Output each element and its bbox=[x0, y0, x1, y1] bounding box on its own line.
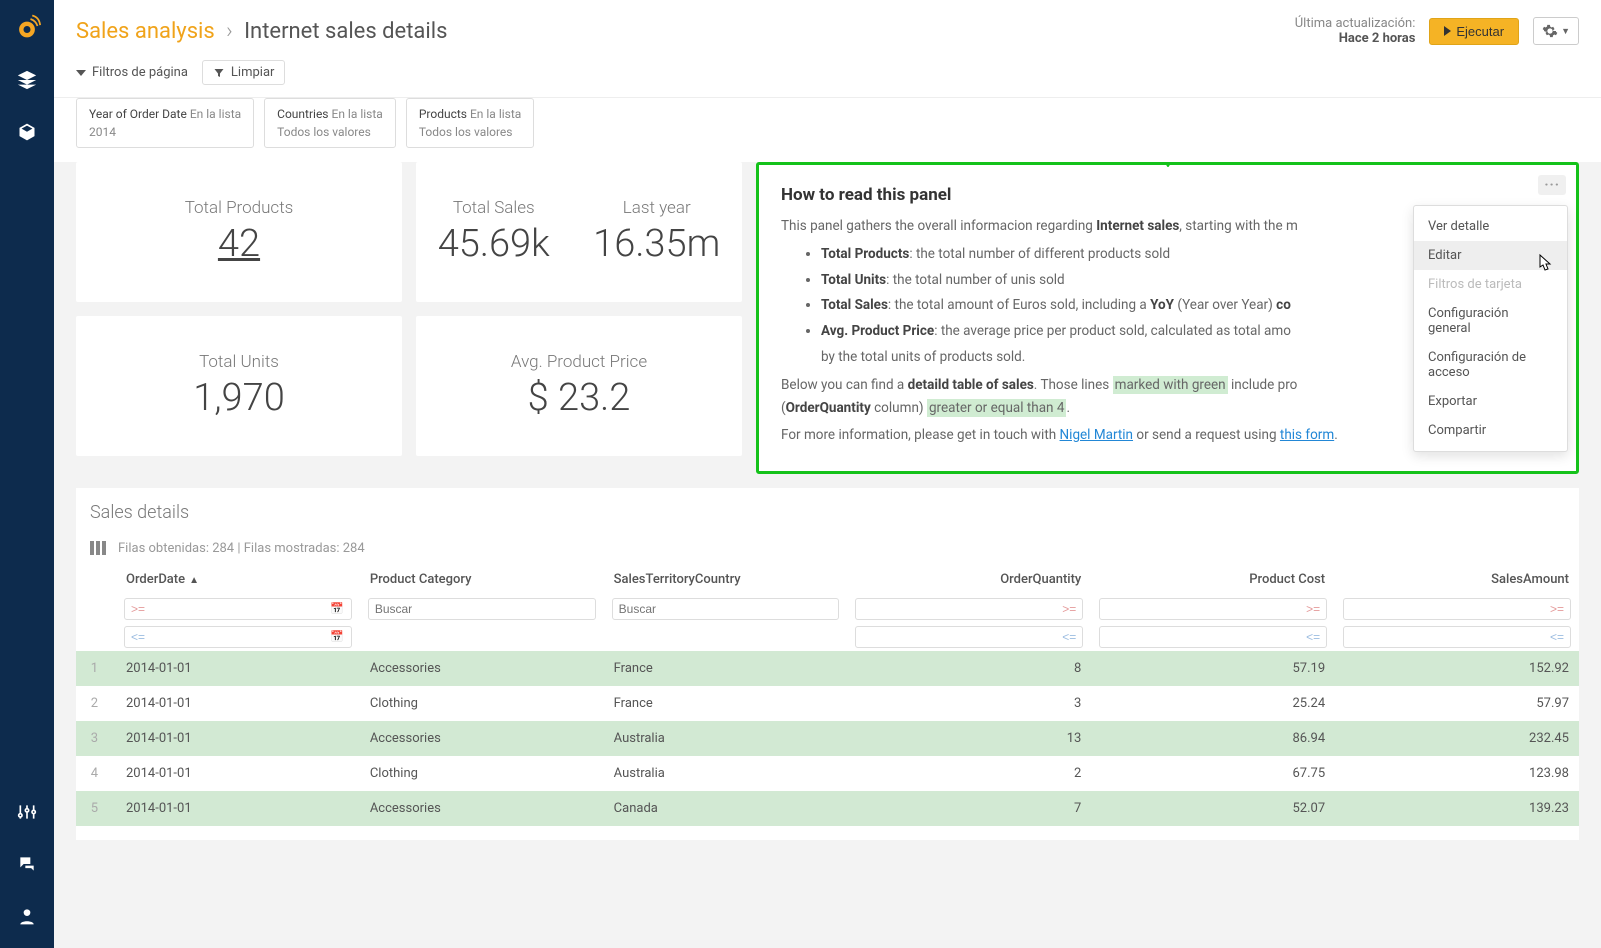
kpi-sales: Total Sales45.69k Last year16.35m bbox=[416, 162, 742, 302]
clear-filters-button[interactable]: Limpiar bbox=[202, 60, 286, 85]
col-orderdate[interactable]: OrderDate▲ bbox=[116, 564, 360, 595]
table-row[interactable]: 12014-01-01AccessoriesFrance857.19152.92 bbox=[76, 651, 1579, 686]
table-row[interactable]: 42014-01-01ClothingAustralia267.75123.98 bbox=[76, 756, 1579, 791]
app-logo bbox=[13, 12, 41, 40]
panel-menu-button[interactable]: ··· bbox=[1538, 175, 1566, 195]
col-category[interactable]: Product Category bbox=[360, 564, 604, 595]
menu-view-detail[interactable]: Ver detalle bbox=[1414, 212, 1567, 241]
kpi-total-products: Total Products42 bbox=[76, 162, 402, 302]
col-country[interactable]: SalesTerritoryCountry bbox=[604, 564, 848, 595]
filter-amt-lte[interactable] bbox=[1343, 626, 1571, 648]
chevron-down-icon bbox=[76, 70, 86, 76]
menu-access-config[interactable]: Configuración de acceso bbox=[1414, 343, 1567, 387]
breadcrumb-level1[interactable]: Sales analysis bbox=[76, 19, 215, 44]
run-button[interactable]: Ejecutar bbox=[1429, 18, 1519, 45]
breadcrumb-level2: Internet sales details bbox=[244, 19, 447, 44]
filter-qty-gte[interactable] bbox=[855, 598, 1083, 620]
menu-share[interactable]: Compartir bbox=[1414, 416, 1567, 445]
breadcrumb: Sales analysis › Internet sales details bbox=[76, 19, 447, 44]
table-section: Sales details Filas obtenidas: 284 | Fil… bbox=[76, 488, 1579, 840]
info-panel: ··· How to read this panel This panel ga… bbox=[756, 162, 1579, 474]
form-link[interactable]: this form bbox=[1280, 427, 1334, 443]
annotation-arrow-icon bbox=[1156, 162, 1180, 171]
cube-icon[interactable] bbox=[15, 120, 39, 144]
filter-date-from[interactable] bbox=[124, 598, 352, 620]
sidebar bbox=[0, 0, 54, 948]
layers-icon[interactable] bbox=[15, 68, 39, 92]
table-meta-text: Filas obtenidas: 284 | Filas mostradas: … bbox=[118, 541, 365, 556]
filter-qty-lte[interactable] bbox=[855, 626, 1083, 648]
info-title: How to read this panel bbox=[781, 185, 1554, 205]
kpi-total-units: Total Units1,970 bbox=[76, 316, 402, 456]
filter-date-to[interactable] bbox=[124, 626, 352, 648]
kpi-avg-price: Avg. Product Price$ 23.2 bbox=[416, 316, 742, 456]
last-update: Última actualización: Hace 2 horas bbox=[1295, 16, 1416, 46]
chat-icon[interactable] bbox=[15, 852, 39, 876]
col-cost[interactable]: Product Cost bbox=[1091, 564, 1335, 595]
filter-cost-gte[interactable] bbox=[1099, 598, 1327, 620]
menu-general-config[interactable]: Configuración general bbox=[1414, 299, 1567, 343]
settings-button[interactable]: ▼ bbox=[1533, 17, 1579, 45]
filter-pills: Year of Order Date En la lista2014 Count… bbox=[54, 98, 1601, 162]
filter-icon bbox=[213, 67, 225, 79]
filter-pill[interactable]: Products En la listaTodos los valores bbox=[406, 98, 534, 148]
table-row[interactable]: 22014-01-01ClothingFrance325.2457.97 bbox=[76, 686, 1579, 721]
cursor-pointer-icon bbox=[1534, 253, 1554, 280]
col-amount[interactable]: SalesAmount bbox=[1335, 564, 1579, 595]
col-qty[interactable]: OrderQuantity bbox=[847, 564, 1091, 595]
context-menu: Ver detalle Editar Filtros de tarjeta Co… bbox=[1413, 205, 1568, 452]
gear-icon bbox=[1542, 23, 1558, 39]
filter-amt-gte[interactable] bbox=[1343, 598, 1571, 620]
sliders-icon[interactable] bbox=[15, 800, 39, 824]
sales-table: OrderDate▲ Product Category SalesTerrito… bbox=[76, 564, 1579, 826]
page-filters-toggle[interactable]: Filtros de página bbox=[76, 65, 188, 80]
contact-link[interactable]: Nigel Martin bbox=[1060, 427, 1133, 443]
breadcrumb-separator: › bbox=[226, 19, 233, 44]
calendar-icon[interactable]: 📅 bbox=[330, 602, 344, 615]
filter-country[interactable] bbox=[612, 598, 840, 620]
filter-pill[interactable]: Year of Order Date En la lista2014 bbox=[76, 98, 254, 148]
table-row[interactable]: 32014-01-01AccessoriesAustralia1386.9423… bbox=[76, 721, 1579, 756]
menu-export[interactable]: Exportar bbox=[1414, 387, 1567, 416]
filter-pill[interactable]: Countries En la listaTodos los valores bbox=[264, 98, 396, 148]
filter-cost-lte[interactable] bbox=[1099, 626, 1327, 648]
columns-icon[interactable] bbox=[90, 541, 106, 555]
play-icon bbox=[1444, 26, 1451, 36]
calendar-icon[interactable]: 📅 bbox=[330, 630, 344, 643]
user-icon[interactable] bbox=[15, 904, 39, 928]
filter-category[interactable] bbox=[368, 598, 596, 620]
header: Sales analysis › Internet sales details … bbox=[54, 0, 1601, 56]
table-title: Sales details bbox=[76, 502, 1579, 533]
table-row[interactable]: 52014-01-01AccessoriesCanada752.07139.23 bbox=[76, 791, 1579, 826]
sort-asc-icon: ▲ bbox=[189, 575, 199, 586]
